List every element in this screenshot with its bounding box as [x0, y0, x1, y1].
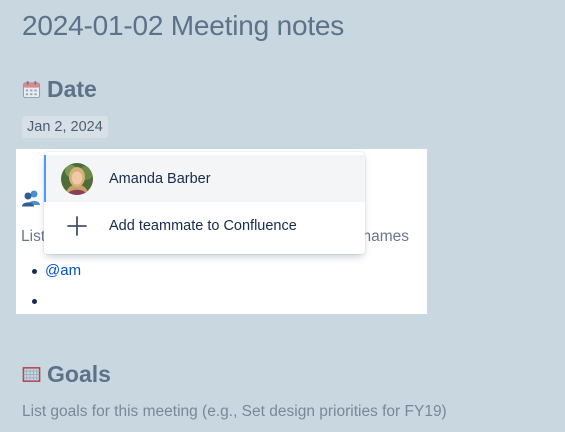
avatar [61, 162, 93, 195]
plus-icon [67, 215, 87, 236]
mention-option-amanda-barber[interactable]: Amanda Barber [44, 155, 365, 202]
mention-option-label: Amanda Barber [109, 170, 211, 187]
date-heading-label: Date [47, 76, 97, 102]
add-teammate-option[interactable]: Add teammate to Confluence [44, 202, 365, 249]
mention-query[interactable]: @am [45, 262, 81, 279]
add-teammate-label: Add teammate to Confluence [109, 217, 297, 234]
page-title[interactable]: 2024-01-02 Meeting notes [22, 10, 344, 42]
goals-heading: Goals [22, 361, 111, 388]
goal-net-icon [22, 367, 41, 382]
goals-heading-label: Goals [47, 361, 111, 387]
date-heading: Date [22, 76, 97, 103]
date-lozenge[interactable]: Jan 2, 2024 [22, 116, 108, 138]
people-icon [22, 190, 40, 207]
participants-instruction-end: names [362, 228, 409, 245]
goals-description[interactable]: List goals for this meeting (e.g., Set d… [22, 403, 447, 421]
mention-dropdown: Amanda Barber Add teammate to Confluence [44, 152, 365, 254]
calendar-icon [22, 80, 41, 99]
